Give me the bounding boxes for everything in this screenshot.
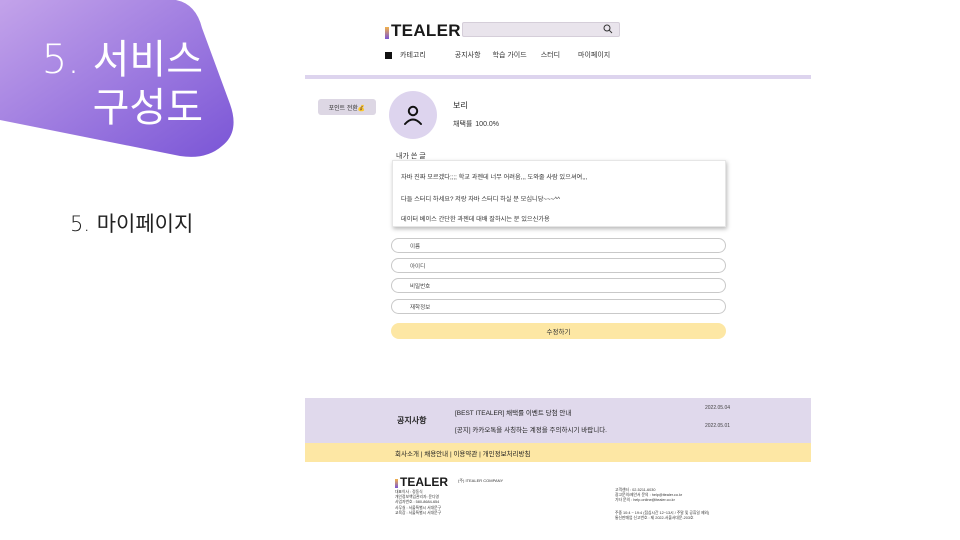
enrollment-field[interactable]: 재학정보: [391, 299, 726, 314]
footer-info-line: 교육장 : 서울특별시 서대문구: [395, 510, 442, 515]
footer-info-line: 사업자번호 : 580-8684-654: [395, 500, 440, 505]
list-item[interactable]: 다들 스터디 하세요? 저랑 자바 스터디 하실 분 모십니당~~~^^: [401, 194, 560, 203]
slide-title: 5. 서비스 구성도: [38, 36, 203, 132]
avatar: [389, 91, 437, 139]
list-item[interactable]: 자바 진짜 모르겠다;;;; 학교 과젠데 너무 어려움,,, 도와줄 사람 있…: [401, 172, 587, 181]
main-nav: 카테고리 공지사항 학습 가이드 스터디 마이페이지: [385, 50, 622, 60]
adoption-rate: 채택률 100.0%: [453, 119, 500, 129]
password-field[interactable]: 비밀번호: [391, 278, 726, 293]
footer-logo-text: TEALER: [400, 475, 448, 489]
logo-mark-icon: [385, 27, 389, 39]
nav-category[interactable]: 카테고리: [400, 50, 426, 60]
name-field[interactable]: 이름: [391, 238, 726, 253]
adoption-rate-value: 100.0%: [475, 121, 500, 128]
footer-logo: TEALER: [395, 475, 448, 489]
profile-name: 보리: [453, 101, 468, 110]
nav-mypage[interactable]: 마이페이지: [578, 50, 610, 60]
notice-section: 공지사항 [BEST ITEALER] 채택률 이벤트 당첨 안내 2022.0…: [305, 398, 811, 443]
notice-item[interactable]: [BEST ITEALER] 채택률 이벤트 당첨 안내: [455, 407, 571, 417]
point-convert-button[interactable]: 포인트 전환💰: [318, 99, 376, 115]
id-field[interactable]: 아이디: [391, 258, 726, 273]
site-logo[interactable]: TEALER: [385, 21, 461, 41]
header-divider: [305, 75, 811, 79]
my-posts-list: 자바 진짜 모르겠다;;;; 학교 과젠데 너무 어려움,,, 도와줄 사람 있…: [392, 160, 726, 227]
list-item[interactable]: 데이터 베이스 간단한 과젠데 대배 잘하시는 분 있으신가용: [401, 214, 550, 223]
mypage-mockup: TEALER 카테고리 공지사항 학습 가이드 스터디 마이페이지 포인트 전환…: [305, 0, 811, 540]
nav-study[interactable]: 스터디: [541, 50, 560, 60]
search-input[interactable]: [462, 22, 620, 37]
edit-submit-button[interactable]: 수정하기: [391, 323, 726, 339]
adoption-rate-label: 채택률: [453, 121, 473, 128]
logo-text: TEALER: [391, 21, 461, 40]
footer-company: (주) ITEALER COMPANY: [458, 478, 504, 483]
slide-title-line2: 구성도: [92, 85, 203, 131]
nav-notice[interactable]: 공지사항: [455, 50, 481, 60]
menu-square-icon[interactable]: [385, 51, 392, 59]
logo-mark-icon: [395, 479, 398, 488]
notice-item[interactable]: [공지] 카카오톡을 사칭하는 계정을 주의하시기 바랍니다.: [455, 424, 607, 434]
nav-study-guide[interactable]: 학습 가이드: [493, 50, 527, 60]
footer-contact-info: 고객센터 : 02-5211-6030 광고문의/제안서 문의 : help@i…: [615, 488, 709, 521]
notice-title: 공지사항: [397, 416, 427, 425]
slide-title-line1: 5. 서비스: [41, 37, 203, 83]
footer-links[interactable]: 회사소개 | 채용안내 | 이용약관 | 개인정보처리방침: [305, 443, 811, 462]
notice-date: 2022.05.04: [705, 405, 731, 411]
notice-date: 2022.05.01: [705, 423, 731, 429]
slide-subtitle: 5. 마이페이지: [70, 212, 194, 236]
footer-company-info: 대표이사 : 정동식 개인정보책임관리자: 윤다영 사업자번호 : 580-86…: [395, 490, 441, 516]
search-icon[interactable]: [603, 24, 613, 34]
user-icon: [404, 105, 422, 125]
footer-contact-line: 통신판매업 신고번호 : 제 2022-서울서대문-203호: [615, 515, 694, 520]
